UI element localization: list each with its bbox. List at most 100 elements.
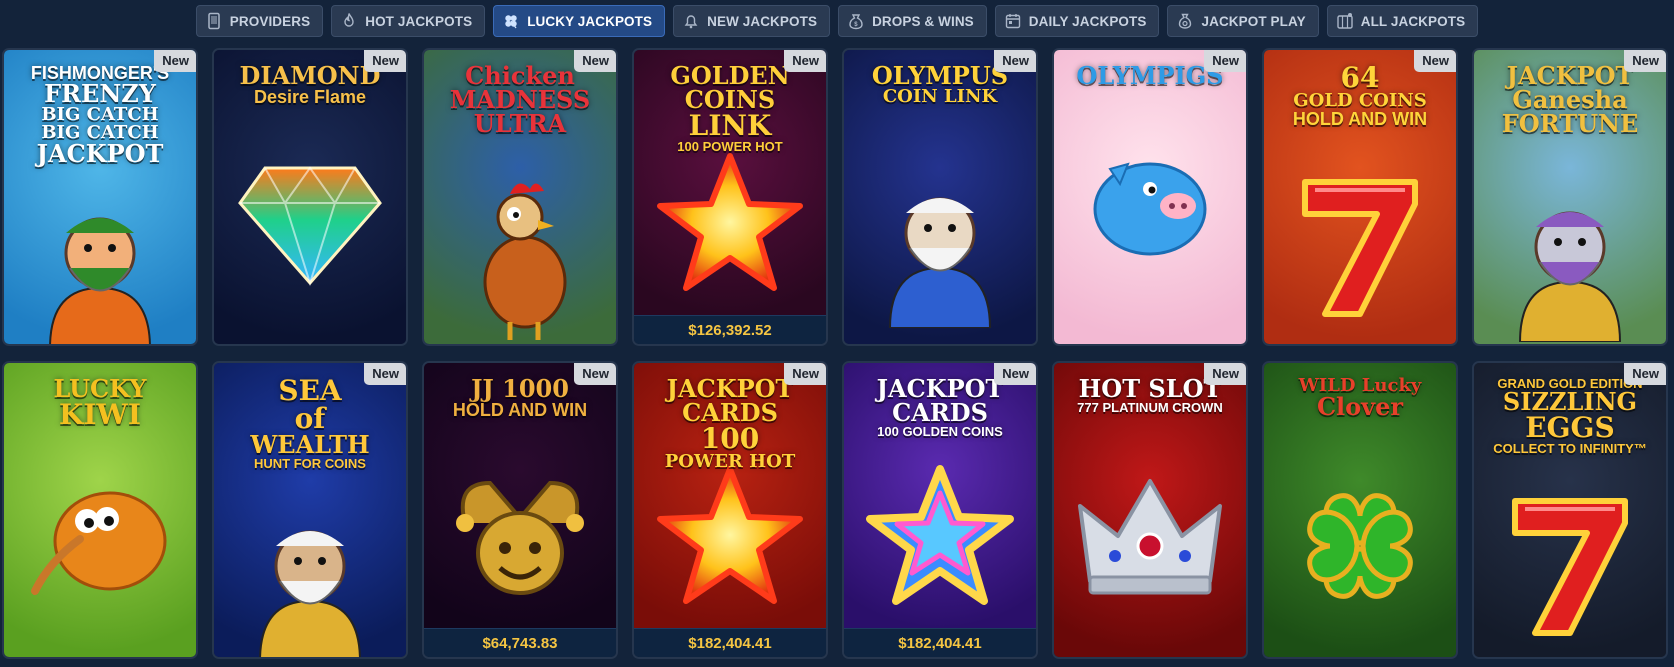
game-artwork: JACKPOT CARDS 100 GOLDEN COINS [844, 363, 1036, 629]
game-logo-line: GOLD COINS [1293, 90, 1427, 111]
new-badge: New [1624, 363, 1666, 385]
game-logo-line: HOLD AND WIN [452, 400, 588, 420]
jackpot-grid-icon [1336, 12, 1354, 30]
tab-daily-jackpots[interactable]: DAILY JACKPOTS [994, 5, 1160, 37]
tab-lucky-jackpots[interactable]: LUCKY JACKPOTS [493, 5, 666, 37]
zeus-icon [870, 158, 1010, 333]
game-logo-line: of [294, 402, 326, 435]
game-tile[interactable]: WILD Lucky Clover [1262, 361, 1458, 659]
tab-label: DROPS & WINS [872, 13, 974, 29]
elephant-icon [1500, 172, 1640, 344]
game-logo-line: JACKPOT [36, 139, 164, 168]
game-tile[interactable]: DIAMOND Desire Flame New [212, 48, 408, 346]
calendar-icon [1004, 12, 1022, 30]
new-badge: New [1204, 363, 1246, 385]
game-logo-line: HOLD AND WIN [1292, 109, 1428, 129]
game-tile[interactable]: JACKPOT CARDS 100 GOLDEN COINS New $182,404.… [842, 361, 1038, 659]
game-tile[interactable]: JACKPOT CARDS 100 POWER HOT New $182,404.41 [632, 361, 828, 659]
game-logo-line: ULTRA [473, 109, 567, 138]
jester-icon [445, 463, 595, 608]
star-icon [655, 150, 805, 305]
game-logo-line: WEALTH [250, 430, 370, 459]
game-tile[interactable]: OLYMPIGS New [1052, 48, 1248, 346]
game-tile[interactable]: JJ 1000 HOLD AND WIN New $64,743.83 [422, 361, 618, 659]
seven-icon [1505, 491, 1635, 646]
game-artwork: DIAMOND Desire Flame [214, 50, 406, 344]
game-tile[interactable]: HOT SLOT 777 PLATINUM CROWN New [1052, 361, 1248, 659]
game-logo-line: LINK [688, 109, 772, 142]
game-tile[interactable]: Chicken MADNESS ULTRA New [422, 48, 618, 346]
game-logo-text: SEA of WEALTH HUNT FOR COINS [220, 377, 400, 471]
game-logo-text: WILD Lucky Clover [1270, 377, 1450, 419]
game-logo-line: 100 [700, 422, 760, 455]
phone-icon [205, 12, 223, 30]
new-badge: New [994, 363, 1036, 385]
game-artwork: WILD Lucky Clover [1264, 363, 1456, 657]
new-badge: New [364, 363, 406, 385]
tab-drops-wins[interactable]: $ DROPS & WINS [838, 5, 987, 37]
game-logo-line: EGGS [1525, 411, 1615, 444]
game-artwork: Chicken MADNESS ULTRA [424, 50, 616, 344]
game-artwork: FISHMONGER'S FRENZY BIG CATCH BIG CATCH JACK… [4, 50, 196, 344]
new-badge: New [574, 50, 616, 72]
game-tile[interactable]: JACKPOT Ganesha FORTUNE New [1472, 48, 1668, 346]
tab-label: ALL JACKPOTS [1360, 13, 1466, 29]
game-tile[interactable]: GRAND GOLD EDITION SIZZLING EGGS COLLECT TO… [1472, 361, 1668, 659]
category-tab-bar: PROVIDERS HOT JACKPOTS LUCKY JACKPOTS NEW J… [0, 0, 1674, 42]
jackpot-amount: $182,404.41 [634, 628, 826, 657]
tab-hot-jackpots[interactable]: HOT JACKPOTS [331, 5, 486, 37]
tab-jackpot-play[interactable]: JACKPOT PLAY [1167, 5, 1319, 37]
game-logo-text: JACKPOT CARDS 100 GOLDEN COINS [850, 377, 1030, 439]
money-bag-icon [1176, 12, 1194, 30]
game-logo-line: COLLECT TO INFINITY™ [1493, 441, 1647, 456]
game-tile[interactable]: FISHMONGER'S FRENZY BIG CATCH BIG CATCH JACK… [2, 48, 198, 346]
pig-icon [1080, 144, 1220, 269]
game-logo-text: FISHMONGER'S FRENZY BIG CATCH BIG CATCH JACK… [10, 64, 190, 166]
tab-label: LUCKY JACKPOTS [527, 13, 653, 29]
tab-label: JACKPOT PLAY [1201, 13, 1306, 29]
fisherman-icon [30, 178, 170, 344]
tab-new-jackpots[interactable]: NEW JACKPOTS [673, 5, 831, 37]
game-artwork: LUCKY KIWI [4, 363, 196, 657]
new-badge: New [1414, 50, 1456, 72]
game-logo-text: Chicken MADNESS ULTRA [430, 64, 610, 136]
tab-all-jackpots[interactable]: ALL JACKPOTS [1326, 5, 1479, 37]
jackpot-amount: $182,404.41 [844, 628, 1036, 657]
tab-label: PROVIDERS [229, 13, 311, 29]
crown-icon [1075, 471, 1225, 606]
game-artwork: HOT SLOT 777 PLATINUM CROWN [1054, 363, 1246, 657]
star-icon [655, 463, 805, 618]
game-tile[interactable]: GOLDEN COINS LINK 100 POWER HOT New $126,392.… [632, 48, 828, 346]
new-badge: New [574, 363, 616, 385]
game-logo-line: HUNT FOR COINS [254, 456, 366, 471]
game-logo-text: 64 GOLD COINS HOLD AND WIN [1270, 64, 1450, 129]
seven-icon [1295, 172, 1425, 327]
game-artwork: GRAND GOLD EDITION SIZZLING EGGS COLLECT TO… [1474, 363, 1666, 657]
game-logo-line: 100 POWER HOT [677, 139, 783, 154]
game-artwork: 64 GOLD COINS HOLD AND WIN [1264, 50, 1456, 344]
game-logo-text: LUCKY KIWI [10, 377, 190, 429]
game-artwork: JACKPOT Ganesha FORTUNE [1474, 50, 1666, 344]
game-tile[interactable]: LUCKY KIWI [2, 361, 198, 659]
tab-label: HOT JACKPOTS [365, 13, 473, 29]
new-badge: New [364, 50, 406, 72]
game-tile[interactable]: OLYMPUS COIN LINK New [842, 48, 1038, 346]
game-tile[interactable]: SEA of WEALTH HUNT FOR COINS New [212, 361, 408, 659]
jackpot-game-grid: FISHMONGER'S FRENZY BIG CATCH BIG CATCH JACK… [2, 48, 1668, 659]
game-logo-line: Desire Flame [253, 87, 367, 107]
coin-bag-icon: $ [847, 12, 865, 30]
kiwi-icon [25, 471, 175, 606]
tab-providers[interactable]: PROVIDERS [195, 5, 324, 37]
game-logo-text: GRAND GOLD EDITION SIZZLING EGGS COLLECT TO… [1480, 377, 1660, 455]
game-tile[interactable]: 64 GOLD COINS HOLD AND WIN New [1262, 48, 1458, 346]
game-logo-text: JACKPOT Ganesha FORTUNE [1480, 64, 1660, 136]
game-logo-text: GOLDEN COINS LINK 100 POWER HOT [640, 64, 820, 154]
flame-icon [340, 12, 358, 30]
game-logo-line: KIWI [59, 398, 141, 431]
new-badge: New [994, 50, 1036, 72]
bell-icon [682, 12, 700, 30]
game-artwork: GOLDEN COINS LINK 100 POWER HOT [634, 50, 826, 316]
game-artwork: OLYMPUS COIN LINK [844, 50, 1036, 344]
game-logo-text: JACKPOT CARDS 100 POWER HOT [640, 377, 820, 471]
game-artwork: SEA of WEALTH HUNT FOR COINS [214, 363, 406, 657]
